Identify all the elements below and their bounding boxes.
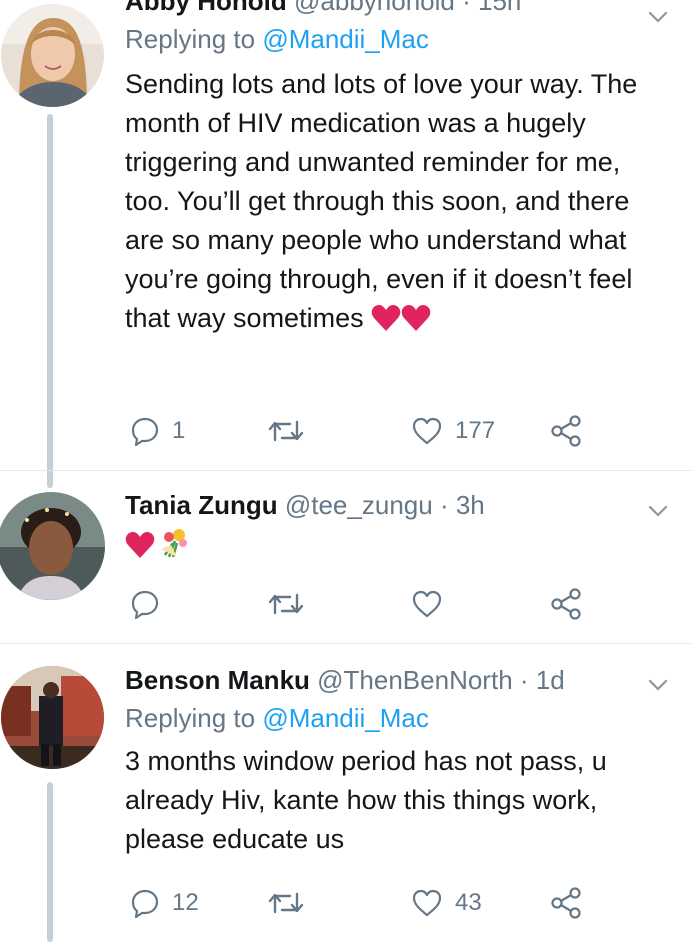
heart-outline-icon <box>412 590 442 618</box>
author-name[interactable]: Tania Zungu <box>125 490 278 520</box>
tweet-time[interactable]: 1d <box>536 665 565 695</box>
replying-to-label: Replying to <box>125 24 256 54</box>
tweet-text <box>125 526 665 564</box>
replying-to: Replying to @Mandii_Mac <box>125 22 665 56</box>
red-heart-emoji <box>401 304 431 343</box>
author-name[interactable]: Benson Manku <box>125 665 310 695</box>
like-count: 43 <box>455 889 482 916</box>
reply-count: 1 <box>172 417 186 444</box>
chevron-down-icon[interactable] <box>647 6 669 28</box>
tweet-time[interactable]: 3h <box>456 490 485 520</box>
mention-link[interactable]: @Mandii_Mac <box>262 703 429 733</box>
tweet-header: Tania Zungu @tee_zungu · 3h <box>125 488 665 522</box>
avatar-abby-honold[interactable] <box>1 4 104 107</box>
tweet-text: Sending lots and lots of love your way. … <box>125 65 660 343</box>
retweet-button[interactable] <box>268 883 316 923</box>
tweet-header: Abby Honold @abbyhonold · 15h <box>125 0 665 18</box>
share-icon <box>551 588 581 620</box>
tweet-actions: 12 43 <box>125 883 665 923</box>
red-heart-emoji <box>125 531 155 570</box>
replying-to: Replying to @Mandii_Mac <box>125 701 665 735</box>
reply-bubble-icon <box>131 889 159 918</box>
time-separator: · <box>519 665 529 695</box>
reply-button[interactable]: 12 <box>130 883 199 923</box>
heart-outline-icon <box>412 417 442 445</box>
reply-button[interactable] <box>130 584 172 624</box>
bouquet-emoji <box>155 527 189 570</box>
replying-to-label: Replying to <box>125 703 256 733</box>
tweet-content: Tania Zungu @tee_zungu · 3h <box>125 488 665 564</box>
like-button[interactable]: 43 <box>411 883 482 923</box>
avatar-tania-zungu[interactable] <box>0 492 105 600</box>
tweet-content: Benson Manku @ThenBenNorth · 1d Replying… <box>125 663 665 859</box>
avatar-benson-manku[interactable] <box>1 666 104 769</box>
like-count: 177 <box>455 417 496 444</box>
chevron-down-icon[interactable] <box>647 674 669 696</box>
reply-count: 12 <box>172 889 199 916</box>
time-separator: · <box>439 490 449 520</box>
reply-button[interactable]: 1 <box>130 411 185 451</box>
share-button[interactable] <box>550 584 582 624</box>
tweet-actions: 1 177 <box>125 411 665 451</box>
author-handle[interactable]: @abbyhonold <box>294 0 455 16</box>
reply-bubble-icon <box>131 590 159 619</box>
chevron-down-icon[interactable] <box>647 500 669 522</box>
thread-connector-line <box>47 114 53 488</box>
retweet-button[interactable] <box>268 584 316 624</box>
share-button[interactable] <box>550 883 582 923</box>
tweet-text-content: Sending lots and lots of love your way. … <box>125 69 638 333</box>
tweet-content: Abby Honold @abbyhonold · 15h Replying t… <box>125 0 665 343</box>
share-icon <box>551 415 581 447</box>
like-button[interactable] <box>411 584 455 624</box>
like-button[interactable]: 177 <box>411 411 495 451</box>
red-heart-emoji <box>371 304 401 343</box>
tweet-1[interactable]: Abby Honold @abbyhonold · 15h Replying t… <box>0 0 691 488</box>
retweet-icon <box>268 892 304 914</box>
tweet-header: Benson Manku @ThenBenNorth · 1d <box>125 663 665 697</box>
author-name[interactable]: Abby Honold <box>125 0 287 16</box>
author-handle[interactable]: @ThenBenNorth <box>317 665 513 695</box>
tweet-time[interactable]: 15h <box>478 0 521 16</box>
tweet-actions <box>125 584 665 624</box>
reply-bubble-icon <box>131 417 159 446</box>
share-button[interactable] <box>550 411 582 451</box>
time-separator: · <box>462 0 471 16</box>
retweet-icon <box>268 593 304 615</box>
retweet-icon <box>268 420 304 442</box>
share-icon <box>551 887 581 919</box>
heart-outline-icon <box>412 889 442 917</box>
tweet-2[interactable]: Tania Zungu @tee_zungu · 3h <box>0 471 691 643</box>
author-handle[interactable]: @tee_zungu <box>285 490 433 520</box>
mention-link[interactable]: @Mandii_Mac <box>262 24 429 54</box>
tweet-text: 3 months window period has not pass, u a… <box>125 746 607 854</box>
thread-connector-line <box>47 782 53 942</box>
tweet-3[interactable]: Benson Manku @ThenBenNorth · 1d Replying… <box>0 644 691 942</box>
retweet-button[interactable] <box>268 411 316 451</box>
